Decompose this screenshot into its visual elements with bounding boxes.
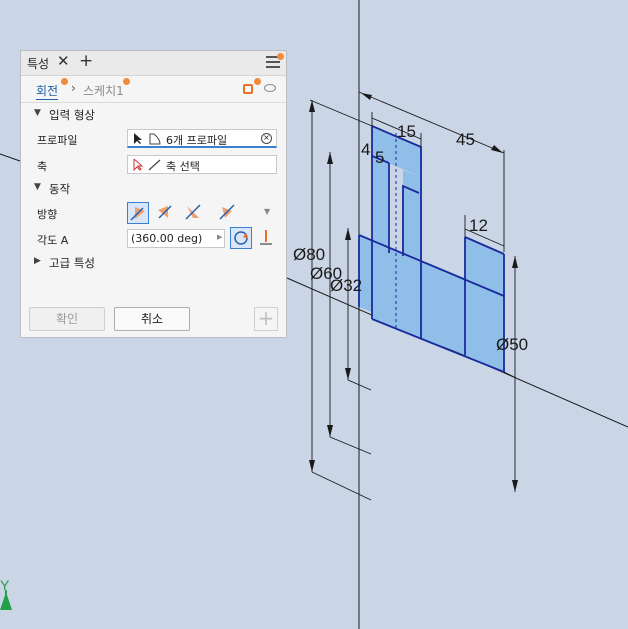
profile-selector[interactable]: 6개 프로파일 × [127,129,277,148]
direction-dropdown-icon[interactable]: ▼ [264,207,270,216]
section-advanced[interactable]: ▶ 고급 특성 [21,251,286,273]
tab-add-icon[interactable]: + [79,51,93,71]
axis-line-icon [148,159,161,171]
axis-selector[interactable]: 축 선택 [127,155,277,174]
horizontal-axis-line-left [0,153,21,162]
angle-extent-button[interactable] [256,227,278,249]
angle-menu-icon[interactable]: ▶ [217,233,222,241]
visibility-eye-icon[interactable] [264,84,276,92]
clear-selection-icon[interactable]: × [261,133,272,144]
view-triad[interactable]: Y [0,577,12,610]
full-revolve-button[interactable] [230,227,252,249]
add-button[interactable]: + [254,307,278,331]
axis-label: 축 [37,160,48,173]
dimension-dia32[interactable]: Ø32 [330,276,362,295]
section-input-geometry[interactable]: ▼ 입력 형상 [21,103,286,125]
profile-shape-icon [149,133,161,145]
expand-arrow-icon[interactable]: ▶ [34,256,41,266]
section-title: 동작 [49,182,71,196]
notification-dot [277,53,284,60]
breadcrumb-revolve[interactable]: 회전 [36,82,59,100]
ok-button[interactable]: 확인 [29,307,105,331]
select-cursor-red-icon [133,159,143,171]
dimension-4[interactable]: 4 [361,140,370,159]
dimension-5[interactable]: 5 [375,148,384,167]
panel-button-row: 확인 취소 + [21,303,286,337]
row-angle: 각도 A (360.00 deg) ▶ [21,225,286,251]
direction-asymmetric-button[interactable] [217,202,239,224]
profile-region[interactable] [359,235,372,312]
breadcrumb-separator-icon: › [71,81,76,95]
triad-y-label: Y [0,577,10,593]
direction-flipped-button[interactable] [155,202,177,224]
collapse-arrow-icon[interactable]: ▼ [34,108,41,118]
breadcrumb: 회전 › 스케치1 [21,76,286,103]
properties-panel: 특성 ✕ + 회전 › 스케치1 ▼ 입력 형상 프로파일 6개 프로파일 × … [20,50,287,338]
axis-value: 축 선택 [166,160,200,173]
profile-region[interactable] [403,170,421,263]
direction-symmetric-button[interactable] [183,202,205,224]
dimension-dia80[interactable]: Ø80 [293,245,325,264]
angle-input[interactable]: (360.00 deg) [127,229,225,248]
direction-label: 방향 [37,208,58,221]
profile-value: 6개 프로파일 [166,134,228,147]
select-cursor-icon [134,133,142,144]
direction-default-button[interactable] [127,202,149,224]
profile-label: 프로파일 [37,134,78,147]
section-title: 입력 형상 [49,108,95,122]
collapse-arrow-icon[interactable]: ▼ [34,182,41,192]
tab-close-icon[interactable]: ✕ [57,52,70,70]
cancel-button[interactable]: 취소 [114,307,190,331]
profile-region[interactable] [372,156,389,253]
notification-dot [61,78,68,85]
notification-dot [123,78,130,85]
dimension-15[interactable]: 15 [397,122,416,141]
dimension-12[interactable]: 12 [469,216,488,235]
section-title: 고급 특성 [49,256,95,270]
dimension-45[interactable]: 45 [456,130,475,149]
output-solid-icon[interactable] [243,84,253,94]
panel-tab-bar: 특성 ✕ + [21,51,286,76]
row-axis: 축 축 선택 [21,151,286,177]
y-axis-arrow-icon [0,592,12,610]
section-behavior[interactable]: ▼ 동작 [21,177,286,199]
breadcrumb-sketch[interactable]: 스케치1 [83,82,124,99]
angle-label: 각도 A [37,234,69,247]
notification-dot [254,78,261,85]
tab-properties[interactable]: 특성 [27,55,49,72]
row-direction: 방향 ▼ [21,199,286,225]
row-profile: 프로파일 6개 프로파일 × [21,125,286,151]
dimension-dia50[interactable]: Ø50 [496,335,528,354]
